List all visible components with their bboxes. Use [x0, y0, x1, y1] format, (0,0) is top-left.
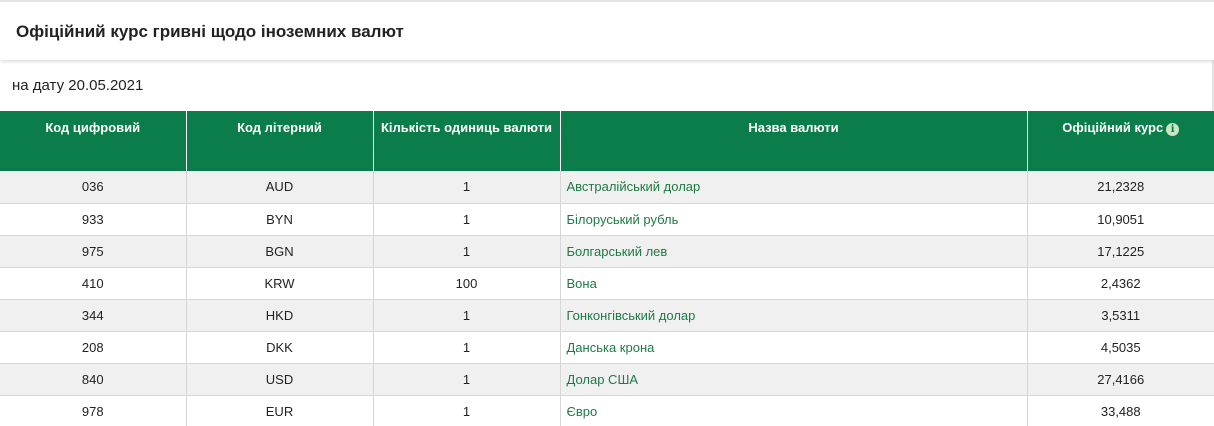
cell-code-alpha: BYN	[186, 203, 374, 236]
cell-currency-name-link[interactable]: Євро	[560, 395, 1028, 426]
table-row: 933 BYN 1 Білоруський рубль 10,9051	[0, 203, 1214, 236]
cell-code-numeric: 840	[0, 363, 187, 396]
cell-currency-name-link[interactable]: Білоруський рубль	[560, 203, 1028, 236]
cell-code-alpha: DKK	[186, 331, 374, 364]
table-row: 410 KRW 100 Вона 2,4362	[0, 267, 1214, 300]
table-row: 036 AUD 1 Австралійський долар 21,2328	[0, 171, 1214, 204]
date-label: на дату 20.05.2021	[12, 77, 144, 94]
table-header-row: Код цифровий Код літерний Кількість один…	[0, 111, 1214, 171]
cell-units: 100	[373, 267, 561, 300]
table-row: 840 USD 1 Долар США 27,4166	[0, 363, 1214, 396]
info-icon[interactable]: i	[1166, 123, 1180, 136]
cell-code-numeric: 208	[0, 331, 187, 364]
cell-currency-name-link[interactable]: Австралійський долар	[560, 171, 1028, 204]
table-row: 978 EUR 1 Євро 33,488	[0, 395, 1214, 426]
cell-official-rate: 17,1225	[1027, 235, 1214, 268]
cell-code-numeric: 933	[0, 203, 187, 236]
table-row: 208 DKK 1 Данська крона 4,5035	[0, 331, 1214, 364]
page-title: Офіційний курс гривні щодо іноземних вал…	[16, 22, 404, 41]
exchange-rates-table: Код цифровий Код літерний Кількість один…	[0, 111, 1214, 426]
cell-code-numeric: 978	[0, 395, 187, 426]
cell-official-rate: 27,4166	[1027, 363, 1214, 396]
page: Офіційний курс гривні щодо іноземних вал…	[0, 0, 1214, 426]
cell-currency-name-link[interactable]: Долар США	[560, 363, 1028, 396]
cell-official-rate: 10,9051	[1027, 203, 1214, 236]
column-header-code-numeric: Код цифровий	[0, 111, 187, 171]
column-header-currency-name: Назва валюти	[560, 111, 1028, 171]
column-header-code-alpha: Код літерний	[186, 111, 374, 171]
table-row: 344 HKD 1 Гонконгівський долар 3,5311	[0, 299, 1214, 332]
cell-code-alpha: EUR	[186, 395, 374, 426]
cell-currency-name-link[interactable]: Данська крона	[560, 331, 1028, 364]
cell-units: 1	[373, 331, 561, 364]
cell-code-alpha: KRW	[186, 267, 374, 300]
cell-code-alpha: AUD	[186, 171, 374, 204]
cell-currency-name-link[interactable]: Вона	[560, 267, 1028, 300]
cell-official-rate: 2,4362	[1027, 267, 1214, 300]
column-header-official-rate: Офіційний курс i	[1027, 111, 1214, 171]
cell-official-rate: 33,488	[1027, 395, 1214, 426]
cell-units: 1	[373, 395, 561, 426]
table-row: 975 BGN 1 Болгарський лев 17,1225	[0, 235, 1214, 268]
cell-code-alpha: HKD	[186, 299, 374, 332]
cell-units: 1	[373, 299, 561, 332]
column-header-units: Кількість одиниць валюти	[373, 111, 561, 171]
cell-official-rate: 21,2328	[1027, 171, 1214, 204]
cell-currency-name-link[interactable]: Болгарський лев	[560, 235, 1028, 268]
cell-units: 1	[373, 363, 561, 396]
cell-code-numeric: 036	[0, 171, 187, 204]
cell-code-numeric: 344	[0, 299, 187, 332]
cell-code-alpha: USD	[186, 363, 374, 396]
header-bar: Офіційний курс гривні щодо іноземних вал…	[0, 2, 1214, 60]
cell-units: 1	[373, 235, 561, 268]
cell-code-numeric: 975	[0, 235, 187, 268]
cell-units: 1	[373, 203, 561, 236]
cell-code-alpha: BGN	[186, 235, 374, 268]
table-body: 036 AUD 1 Австралійський долар 21,2328 933 BYN…	[0, 171, 1214, 426]
cell-currency-name-link[interactable]: Гонконгівський долар	[560, 299, 1028, 332]
cell-code-numeric: 410	[0, 267, 187, 300]
cell-official-rate: 4,5035	[1027, 331, 1214, 364]
cell-units: 1	[373, 171, 561, 204]
cell-official-rate: 3,5311	[1027, 299, 1214, 332]
